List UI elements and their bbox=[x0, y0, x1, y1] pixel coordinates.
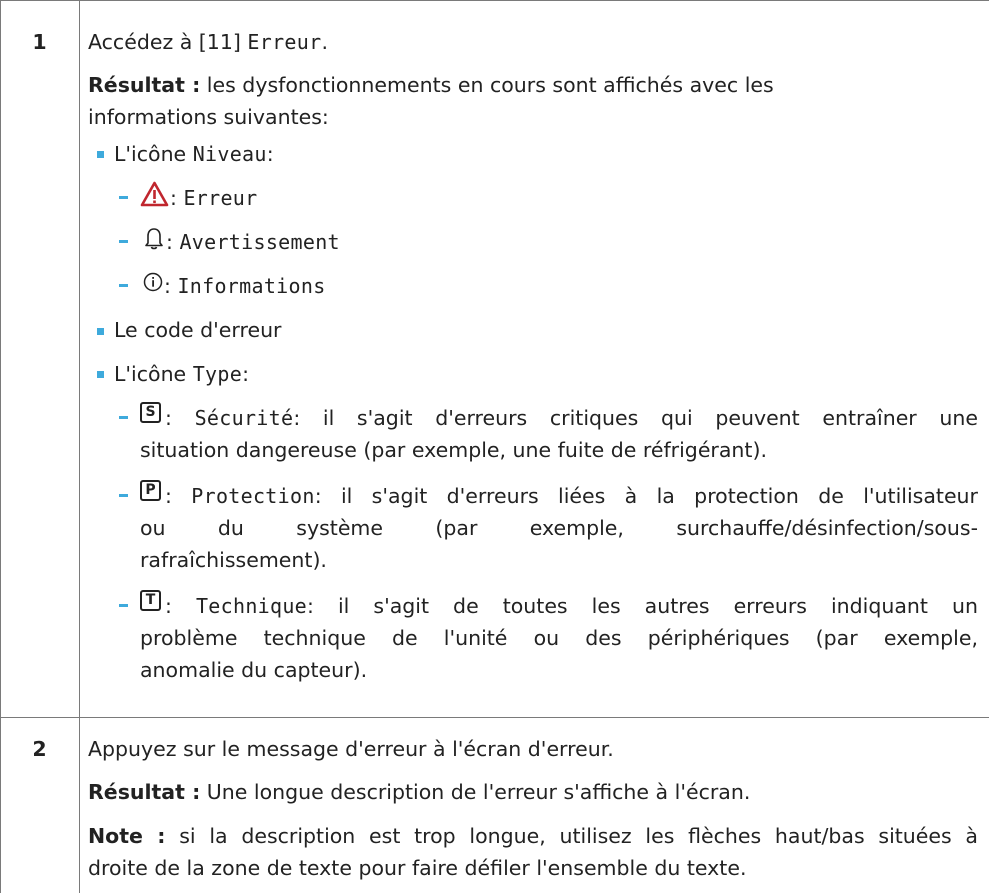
bullet-square bbox=[97, 328, 104, 335]
list-item-error-code: Le code d'erreur bbox=[114, 318, 282, 342]
result-label: Résultat : bbox=[88, 780, 201, 804]
type-technical-line2: problème technique de l'unité ou des pér… bbox=[140, 626, 978, 650]
type-protection-line1: : Protection: il s'agit d'erreurs liées … bbox=[165, 484, 978, 508]
result-label: Résultat : bbox=[88, 73, 201, 97]
result-line: Résultat : Une longue description de l'e… bbox=[88, 780, 751, 804]
type-technical-line3: anomalie du capteur). bbox=[140, 658, 368, 682]
bullet-dash bbox=[119, 196, 128, 199]
bullet-dash bbox=[119, 416, 128, 419]
menu-name: Erreur bbox=[247, 30, 322, 54]
column-divider bbox=[79, 0, 80, 893]
type-security-line2: situation dangereuse (par exemple, une f… bbox=[140, 438, 767, 462]
row-divider bbox=[0, 717, 989, 718]
bullet-dash bbox=[119, 494, 128, 497]
type-protection-line2: ou du système (par exemple, surchauffe/d… bbox=[140, 516, 978, 540]
result-line: Résultat : les dysfonctionnements en cou… bbox=[88, 73, 774, 97]
bullet-square bbox=[97, 371, 104, 378]
result-line-continued: informations suivantes: bbox=[88, 105, 329, 129]
bullet-dash bbox=[119, 284, 128, 287]
step-intro: Appuyez sur le message d'erreur à l'écra… bbox=[88, 737, 614, 761]
note-label: Note : bbox=[88, 824, 166, 848]
security-type-icon: S bbox=[140, 402, 161, 423]
type-security-line1: : Sécurité: il s'agit d'erreurs critique… bbox=[165, 406, 978, 430]
bullet-square bbox=[97, 151, 104, 158]
bullet-dash bbox=[119, 604, 128, 607]
list-item-erreur: : Erreur bbox=[170, 186, 258, 210]
bullet-dash bbox=[119, 240, 128, 243]
list-item-avertissement: : Avertissement bbox=[166, 230, 340, 254]
table-top-border bbox=[0, 0, 989, 1]
step-intro: Accédez à [11] Erreur. bbox=[88, 30, 328, 54]
bell-icon bbox=[145, 228, 163, 250]
list-item-type: L'icône Type: bbox=[114, 362, 249, 386]
protection-type-icon: P bbox=[140, 480, 161, 501]
list-item-level: L'icône Niveau: bbox=[114, 142, 274, 166]
warning-triangle-icon bbox=[140, 181, 169, 207]
type-protection-line3: rafraîchissement). bbox=[140, 548, 327, 572]
note-line: Note : si la description est trop longue… bbox=[88, 824, 978, 848]
note-line-continued: droite de la zone de texte pour faire dé… bbox=[88, 856, 747, 880]
step-number: 1 bbox=[32, 30, 47, 54]
step-number: 2 bbox=[32, 737, 47, 761]
info-circle-icon bbox=[143, 272, 163, 292]
type-technical-line1: : Technique: il s'agit de toutes les aut… bbox=[165, 594, 978, 618]
technical-type-icon: T bbox=[140, 590, 161, 611]
list-item-informations: : Informations bbox=[164, 274, 326, 298]
